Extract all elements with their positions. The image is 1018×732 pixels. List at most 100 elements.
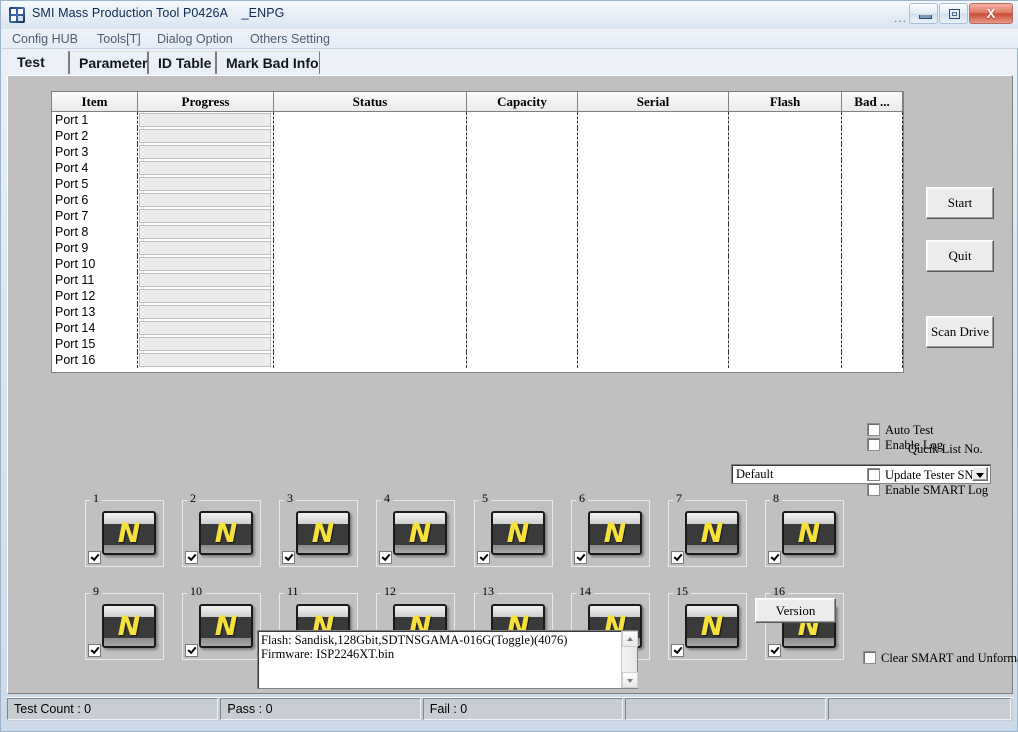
cell-progress [138, 336, 274, 352]
port-enable-checkbox[interactable] [185, 551, 198, 564]
log-scrollbar[interactable] [621, 631, 637, 688]
table-row[interactable]: Port 3 [52, 144, 903, 160]
cell-capacity [467, 272, 578, 288]
close-button[interactable]: X [969, 3, 1013, 24]
progress-bar [139, 225, 271, 239]
table-row[interactable]: Port 2 [52, 128, 903, 144]
drive-status-icon: N [199, 604, 253, 648]
port-tile-number: 4 [381, 492, 393, 504]
progress-bar [139, 193, 271, 207]
port-enable-checkbox[interactable] [574, 551, 587, 564]
table-row[interactable]: Port 1 [52, 112, 903, 128]
cell-status [274, 336, 467, 352]
cell-progress [138, 352, 274, 368]
table-row[interactable]: Port 9 [52, 240, 903, 256]
port-enable-checkbox[interactable] [379, 551, 392, 564]
table-row[interactable]: Port 8 [52, 224, 903, 240]
checkbox-box[interactable] [867, 468, 880, 481]
port-enable-checkbox[interactable] [768, 644, 781, 657]
column-header-item[interactable]: Item [52, 92, 138, 112]
port-enable-checkbox[interactable] [88, 551, 101, 564]
table-row[interactable]: Port 4 [52, 160, 903, 176]
column-header-flash[interactable]: Flash [729, 92, 842, 112]
port-tile-2[interactable]: 2N [182, 500, 261, 567]
version-button[interactable]: Version [755, 598, 836, 623]
option-label: Auto Test [885, 423, 934, 437]
checkbox-box[interactable] [867, 438, 880, 451]
drive-state-letter: N [687, 513, 737, 553]
cell-progress [138, 208, 274, 224]
column-header-progress[interactable]: Progress [138, 92, 274, 112]
port-tile-15[interactable]: 15N [668, 593, 747, 660]
option-label: Update Tester SN [885, 468, 973, 482]
minimize-button[interactable] [909, 3, 938, 24]
checkbox-box[interactable] [867, 423, 880, 436]
cell-progress [138, 192, 274, 208]
option-update-tester-sn[interactable]: Update Tester SN [867, 468, 973, 483]
scan-drive-button[interactable]: Scan Drive [926, 316, 994, 348]
cell-bad [842, 192, 903, 208]
port-tile-7[interactable]: 7N [668, 500, 747, 567]
port-enable-checkbox[interactable] [282, 551, 295, 564]
log-textarea[interactable]: Flash: Sandisk,128Gbit,SDTNSGAMA-016G(To… [257, 630, 638, 689]
option-enable-smart-log[interactable]: Enable SMART Log [867, 483, 988, 498]
scroll-up-icon[interactable] [622, 631, 638, 647]
column-header-serial[interactable]: Serial [578, 92, 729, 112]
port-enable-checkbox[interactable] [671, 644, 684, 657]
port-tile-4[interactable]: 4N [376, 500, 455, 567]
table-row[interactable]: Port 5 [52, 176, 903, 192]
tab-parameter[interactable]: Parameter [69, 51, 148, 74]
port-tile-number: 1 [90, 492, 102, 504]
tab-mark-bad-info[interactable]: Mark Bad Info [216, 51, 320, 74]
menu-item-config-hub[interactable]: Config HUB [12, 32, 78, 46]
clear-smart-checkbox[interactable]: Clear SMART and Unformat [863, 651, 1018, 666]
table-row[interactable]: Port 16 [52, 352, 903, 368]
port-tile-8[interactable]: 8N [765, 500, 844, 567]
cell-item: Port 6 [52, 192, 138, 208]
checkbox-box[interactable] [863, 651, 876, 664]
menu-item-others-setting[interactable]: Others Setting [250, 32, 330, 46]
column-header-bad[interactable]: Bad ... [842, 92, 903, 112]
drive-state-letter: N [104, 606, 154, 646]
quick-list-value: Default [736, 467, 773, 482]
table-row[interactable]: Port 10 [52, 256, 903, 272]
table-row[interactable]: Port 13 [52, 304, 903, 320]
menu-item-tools-t[interactable]: Tools[T] [97, 32, 141, 46]
tab-id-table[interactable]: ID Table [148, 51, 216, 74]
table-row[interactable]: Port 11 [52, 272, 903, 288]
port-tile-6[interactable]: 6N [571, 500, 650, 567]
cell-progress [138, 176, 274, 192]
quit-button[interactable]: Quit [926, 240, 994, 272]
checkbox-box[interactable] [867, 483, 880, 496]
cell-progress [138, 144, 274, 160]
port-tile-10[interactable]: 10N [182, 593, 261, 660]
port-table: ItemProgressStatusCapacitySerialFlashBad… [51, 91, 904, 373]
table-row[interactable]: Port 15 [52, 336, 903, 352]
cell-status [274, 128, 467, 144]
scroll-down-icon[interactable] [622, 672, 638, 688]
port-tile-5[interactable]: 5N [474, 500, 553, 567]
cell-progress [138, 112, 274, 128]
progress-bar [139, 353, 271, 367]
table-row[interactable]: Port 14 [52, 320, 903, 336]
port-enable-checkbox[interactable] [185, 644, 198, 657]
menu-item-dialog-option[interactable]: Dialog Option [157, 32, 233, 46]
port-enable-checkbox[interactable] [768, 551, 781, 564]
maximize-button[interactable] [939, 3, 968, 24]
table-row[interactable]: Port 6 [52, 192, 903, 208]
start-button[interactable]: Start [926, 187, 994, 219]
port-enable-checkbox[interactable] [477, 551, 490, 564]
chevron-down-icon[interactable] [972, 467, 988, 481]
option-enable-log[interactable]: Enable Log [867, 438, 943, 453]
port-enable-checkbox[interactable] [671, 551, 684, 564]
table-row[interactable]: Port 7 [52, 208, 903, 224]
port-tile-9[interactable]: 9N [85, 593, 164, 660]
port-enable-checkbox[interactable] [88, 644, 101, 657]
tab-test[interactable]: Test [7, 51, 69, 74]
column-header-capacity[interactable]: Capacity [467, 92, 578, 112]
port-tile-1[interactable]: 1N [85, 500, 164, 567]
table-row[interactable]: Port 12 [52, 288, 903, 304]
option-auto-test[interactable]: Auto Test [867, 423, 934, 438]
port-tile-3[interactable]: 3N [279, 500, 358, 567]
column-header-status[interactable]: Status [274, 92, 467, 112]
